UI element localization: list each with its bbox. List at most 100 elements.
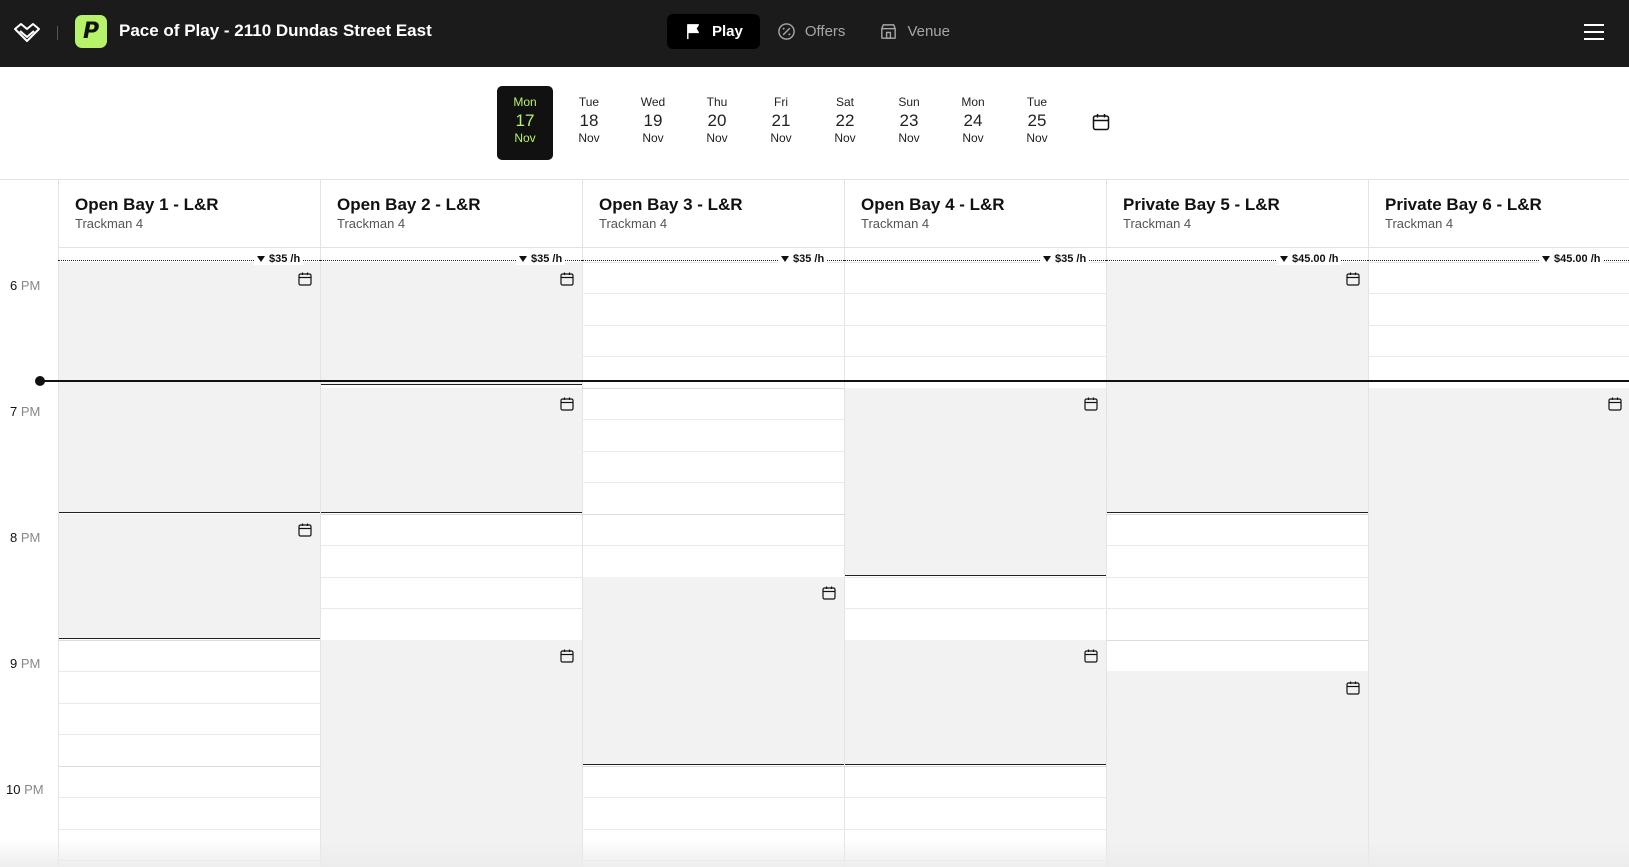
hour-ampm: PM xyxy=(24,782,44,797)
price-label: $45.00 /h xyxy=(1292,253,1339,265)
date-item[interactable]: Mon 17 Nov xyxy=(497,86,553,160)
booking-block[interactable] xyxy=(1107,671,1368,867)
nav-offers-label: Offers xyxy=(804,23,846,40)
app-logo-icon[interactable] xyxy=(12,19,42,47)
date-selector: Mon 17 Nov Tue 18 Nov Wed 19 Nov Thu 20 Nov Fri 2… xyxy=(0,67,1629,180)
booking-calendar-icon[interactable] xyxy=(1084,649,1098,663)
main-nav: Play Offers Venue xyxy=(667,14,967,49)
booking-end-line xyxy=(845,575,1106,576)
resource-subtitle: Trackman 4 xyxy=(599,216,668,231)
booking-end-line xyxy=(1107,512,1368,513)
date-item[interactable]: Wed 19 Nov xyxy=(625,86,681,160)
date-item[interactable]: Sat 22 Nov xyxy=(817,86,873,160)
booking-calendar-icon[interactable] xyxy=(298,523,312,537)
venue-initial: P xyxy=(82,19,100,44)
date-item[interactable]: Tue 25 Nov xyxy=(1009,86,1065,160)
nav-venue-label: Venue xyxy=(907,23,950,40)
booking-block[interactable] xyxy=(59,514,320,638)
price-label: $35 /h xyxy=(531,253,563,265)
date-item[interactable]: Mon 24 Nov xyxy=(945,86,1001,160)
date-month: Nov xyxy=(962,131,984,145)
price-tag[interactable]: $35 /h xyxy=(778,253,828,265)
hour-label: 8 PM xyxy=(10,530,40,545)
date-item[interactable]: Thu 20 Nov xyxy=(689,86,745,160)
percent-badge-icon xyxy=(778,23,795,40)
resource-subtitle: Trackman 4 xyxy=(1385,216,1454,231)
resource-name: Private Bay 6 - L&R xyxy=(1385,195,1542,214)
booking-block[interactable] xyxy=(1107,262,1368,512)
hour-num: 6 xyxy=(10,278,18,293)
date-month: Nov xyxy=(642,131,664,145)
price-tag[interactable]: $45.00 /h xyxy=(1277,253,1342,265)
price-tag[interactable]: $35 /h xyxy=(516,253,566,265)
hour-label: 9 PM xyxy=(10,656,40,671)
booking-block[interactable] xyxy=(845,640,1106,764)
resource-header[interactable]: Open Bay 4 - L&R Trackman 4 xyxy=(844,180,1107,248)
hour-ampm: PM xyxy=(20,404,41,419)
calendar-picker-icon[interactable] xyxy=(1092,113,1110,131)
venue-title[interactable]: Pace of Play - 2110 Dundas Street East xyxy=(119,21,432,41)
resource-subtitle: Trackman 4 xyxy=(861,216,930,231)
booking-calendar-icon[interactable] xyxy=(560,649,574,663)
price-label: $35 /h xyxy=(1055,253,1087,265)
top-bar: P Pace of Play - 2110 Dundas Street East… xyxy=(0,0,1629,67)
booking-block[interactable] xyxy=(321,388,582,512)
booking-block[interactable] xyxy=(321,262,582,384)
hamburger-menu-icon[interactable] xyxy=(1583,22,1605,42)
date-num: 17 xyxy=(515,111,535,130)
hour-ampm: PM xyxy=(20,530,41,545)
date-item[interactable]: Fri 21 Nov xyxy=(753,86,809,160)
booking-end-line xyxy=(321,512,582,513)
resource-header[interactable]: Open Bay 2 - L&R Trackman 4 xyxy=(320,180,583,248)
date-month: Nov xyxy=(770,131,792,145)
venue-avatar[interactable]: P xyxy=(75,15,107,48)
booking-calendar-icon[interactable] xyxy=(822,586,836,600)
resource-header[interactable]: Private Bay 5 - L&R Trackman 4 xyxy=(1106,180,1369,248)
hour-label: 7 PM xyxy=(10,404,40,419)
booking-end-line xyxy=(59,638,320,639)
booking-block[interactable] xyxy=(583,577,844,764)
hour-ampm: PM xyxy=(20,656,41,671)
date-month: Nov xyxy=(514,131,536,145)
date-item[interactable]: Sun 23 Nov xyxy=(881,86,937,160)
date-month: Nov xyxy=(706,131,728,145)
resource-subtitle: Trackman 4 xyxy=(337,216,406,231)
booking-calendar-icon[interactable] xyxy=(560,397,574,411)
booking-block[interactable] xyxy=(321,640,582,867)
price-tag[interactable]: $45.00 /h xyxy=(1539,253,1604,265)
nav-play[interactable]: Play xyxy=(667,14,760,49)
caret-down-icon xyxy=(1043,256,1051,262)
hour-num: 10 xyxy=(6,782,21,797)
date-num: 20 xyxy=(707,111,727,130)
caret-down-icon xyxy=(1542,256,1550,262)
resource-header[interactable]: Private Bay 6 - L&R Trackman 4 xyxy=(1368,180,1629,248)
resource-subtitle: Trackman 4 xyxy=(1123,216,1192,231)
booking-calendar-icon[interactable] xyxy=(1608,397,1622,411)
booking-calendar-icon[interactable] xyxy=(1084,397,1098,411)
nav-play-label: Play xyxy=(712,23,743,40)
resource-name: Open Bay 1 - L&R xyxy=(75,195,219,214)
resource-subtitle: Trackman 4 xyxy=(75,216,144,231)
booking-calendar-icon[interactable] xyxy=(1346,681,1360,695)
date-num: 23 xyxy=(899,111,919,130)
current-time-line xyxy=(40,380,1629,382)
hour-num: 9 xyxy=(10,656,18,671)
booking-end-line xyxy=(59,512,320,513)
caret-down-icon xyxy=(257,256,265,262)
date-num: 21 xyxy=(771,111,791,130)
booking-block[interactable] xyxy=(845,388,1106,575)
price-tag[interactable]: $35 /h xyxy=(1040,253,1090,265)
resource-header[interactable]: Open Bay 1 - L&R Trackman 4 xyxy=(58,180,321,248)
date-item[interactable]: Tue 18 Nov xyxy=(561,86,617,160)
date-month: Nov xyxy=(898,131,920,145)
booking-block[interactable] xyxy=(1369,388,1629,867)
booking-block[interactable] xyxy=(59,262,320,512)
booking-calendar-icon[interactable] xyxy=(1346,272,1360,286)
resource-header[interactable]: Open Bay 3 - L&R Trackman 4 xyxy=(582,180,845,248)
nav-venue[interactable]: Venue xyxy=(862,14,967,49)
nav-offers[interactable]: Offers xyxy=(760,14,863,49)
price-tag[interactable]: $35 /h xyxy=(254,253,304,265)
booking-calendar-icon[interactable] xyxy=(298,272,312,286)
booking-calendar-icon[interactable] xyxy=(560,272,574,286)
booking-end-line xyxy=(321,384,582,385)
